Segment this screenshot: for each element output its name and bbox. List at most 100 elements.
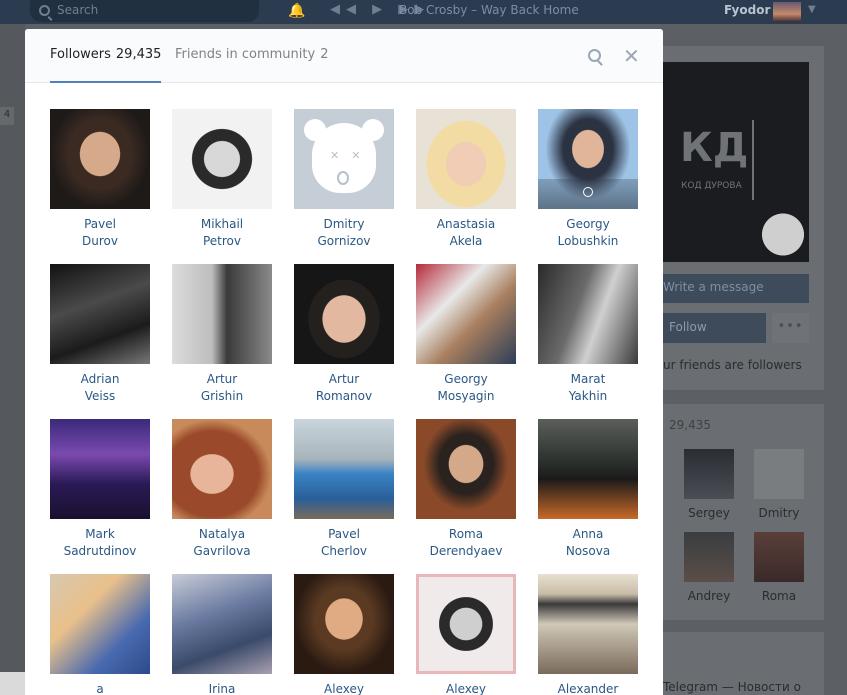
follower-card[interactable]: Artur Romanov: [283, 264, 405, 405]
tab-label: Friends in community: [175, 47, 316, 62]
follower-name[interactable]: Georgy Mosyagin: [405, 371, 527, 405]
follower-card[interactable]: Adrian Veiss: [39, 264, 161, 405]
follower-name[interactable]: Irina: [161, 681, 283, 695]
tab-followers[interactable]: Followers 29,435: [50, 47, 161, 62]
follower-photo[interactable]: [538, 109, 638, 209]
follower-name[interactable]: Artur Grishin: [161, 371, 283, 405]
tab-count: 29,435: [115, 47, 162, 62]
bell-icon[interactable]: 🔔: [288, 3, 305, 19]
follower-preview-avatar[interactable]: [754, 532, 804, 582]
follower-card[interactable]: a: [39, 574, 161, 695]
dog-eyes: ✕✕: [330, 149, 373, 162]
follower-preview-name[interactable]: Roma: [749, 589, 809, 603]
follower-preview-name[interactable]: Andrey: [679, 589, 739, 603]
follower-name[interactable]: Pavel Durov: [39, 216, 161, 250]
close-icon[interactable]: ✕: [623, 46, 640, 66]
follower-photo[interactable]: [416, 419, 516, 519]
follower-photo[interactable]: [50, 419, 150, 519]
left-badge: 4: [0, 107, 14, 125]
search-icon: [39, 5, 50, 16]
follower-card[interactable]: Anna Nosova: [527, 419, 649, 560]
follower-name[interactable]: Anastasia Akela: [405, 216, 527, 250]
follower-preview-name[interactable]: Sergey: [679, 506, 739, 520]
follower-preview-avatar[interactable]: [684, 532, 734, 582]
follower-preview-avatar[interactable]: [684, 449, 734, 499]
follower-card[interactable]: Marat Yakhin: [527, 264, 649, 405]
follower-photo[interactable]: [172, 419, 272, 519]
follower-name[interactable]: Alexey: [405, 681, 527, 695]
follower-photo[interactable]: [416, 574, 516, 674]
cover-logo: КД: [680, 125, 749, 171]
zoom-icon: [583, 187, 593, 197]
follower-name[interactable]: Mark Sadrutdinov: [39, 526, 161, 560]
follow-button[interactable]: Follow: [660, 313, 766, 343]
follower-name[interactable]: Anna Nosova: [527, 526, 649, 560]
follower-name[interactable]: Natalya Gavrilova: [161, 526, 283, 560]
follower-photo[interactable]: [294, 574, 394, 674]
dog-mouth: [337, 171, 349, 185]
cover-divider: [752, 120, 754, 200]
follower-name[interactable]: Mikhail Petrov: [161, 216, 283, 250]
cover-subtitle: КОД ДУРОВА: [681, 181, 742, 191]
tab-label: Followers: [50, 47, 111, 62]
follower-name[interactable]: Pavel Cherlov: [283, 526, 405, 560]
follower-photo[interactable]: [416, 109, 516, 209]
follower-photo[interactable]: [50, 574, 150, 674]
write-message-button[interactable]: Write a message: [660, 274, 809, 303]
follower-photo[interactable]: [538, 264, 638, 364]
follower-photo[interactable]: [416, 264, 516, 364]
follower-name[interactable]: a: [39, 681, 161, 695]
follower-photo[interactable]: [172, 109, 272, 209]
follower-card[interactable]: Artur Grishin: [161, 264, 283, 405]
now-playing-track[interactable]: Bob Crosby – Way Back Home: [399, 3, 579, 17]
follower-photo[interactable]: [172, 264, 272, 364]
search-input[interactable]: Search: [30, 0, 259, 22]
follower-card[interactable]: Alexey: [283, 574, 405, 695]
telegram-post-title[interactable]: Telegram — Новости о: [663, 680, 801, 694]
follower-preview-name[interactable]: Dmitry: [749, 506, 809, 520]
follower-card[interactable]: Pavel Durov: [39, 109, 161, 250]
user-name[interactable]: Fyodor: [724, 3, 770, 17]
follower-photo[interactable]: [294, 419, 394, 519]
dog-icon: ✕✕: [304, 119, 384, 193]
follower-photo[interactable]: [538, 419, 638, 519]
panda-image: [757, 207, 809, 262]
follower-name[interactable]: Artur Romanov: [283, 371, 405, 405]
follower-name[interactable]: Marat Yakhin: [527, 371, 649, 405]
follower-card[interactable]: Georgy Mosyagin: [405, 264, 527, 405]
follower-photo[interactable]: [50, 264, 150, 364]
tab-friends-in-community[interactable]: Friends in community 2: [175, 47, 328, 62]
follower-card[interactable]: Irina: [161, 574, 283, 695]
follower-card[interactable]: Anastasia Akela: [405, 109, 527, 250]
active-tab-underline: [50, 81, 161, 83]
follower-card[interactable]: Mark Sadrutdinov: [39, 419, 161, 560]
modal-header: Followers 29,435 Friends in community 2 ✕: [25, 29, 663, 83]
chevron-down-icon[interactable]: ▼: [808, 4, 816, 15]
follower-card[interactable]: Alexey: [405, 574, 527, 695]
friends-followers-note[interactable]: ur friends are followers: [663, 358, 802, 372]
follower-name[interactable]: Dmitry Gornizov: [283, 216, 405, 250]
follower-card[interactable]: ✕✕ Dmitry Gornizov: [283, 109, 405, 250]
follower-card[interactable]: Pavel Cherlov: [283, 419, 405, 560]
user-avatar[interactable]: [773, 2, 801, 22]
follower-card[interactable]: Roma Derendyaev: [405, 419, 527, 560]
more-button[interactable]: •••: [772, 313, 809, 343]
follower-photo[interactable]: [294, 264, 394, 364]
follower-card[interactable]: Natalya Gavrilova: [161, 419, 283, 560]
follower-name[interactable]: Alexander: [527, 681, 649, 695]
deactivated-dog-avatar[interactable]: ✕✕: [294, 109, 394, 209]
follower-name[interactable]: Roma Derendyaev: [405, 526, 527, 560]
follower-name[interactable]: Adrian Veiss: [39, 371, 161, 405]
zoom-overlay[interactable]: [538, 179, 638, 209]
follower-card[interactable]: Mikhail Petrov: [161, 109, 283, 250]
top-bar: Search 🔔 ◀◀ ▶ ▶▶ Bob Crosby – Way Back H…: [0, 0, 847, 24]
follower-preview-avatar[interactable]: [754, 449, 804, 499]
follower-photo[interactable]: [50, 109, 150, 209]
follower-name[interactable]: Georgy Lobushkin: [527, 216, 649, 250]
follower-card[interactable]: Georgy Lobushkin: [527, 109, 649, 250]
follower-photo[interactable]: [172, 574, 272, 674]
follower-card[interactable]: Alexander: [527, 574, 649, 695]
follower-name[interactable]: Alexey: [283, 681, 405, 695]
follower-photo[interactable]: [538, 574, 638, 674]
search-icon[interactable]: [588, 49, 601, 62]
